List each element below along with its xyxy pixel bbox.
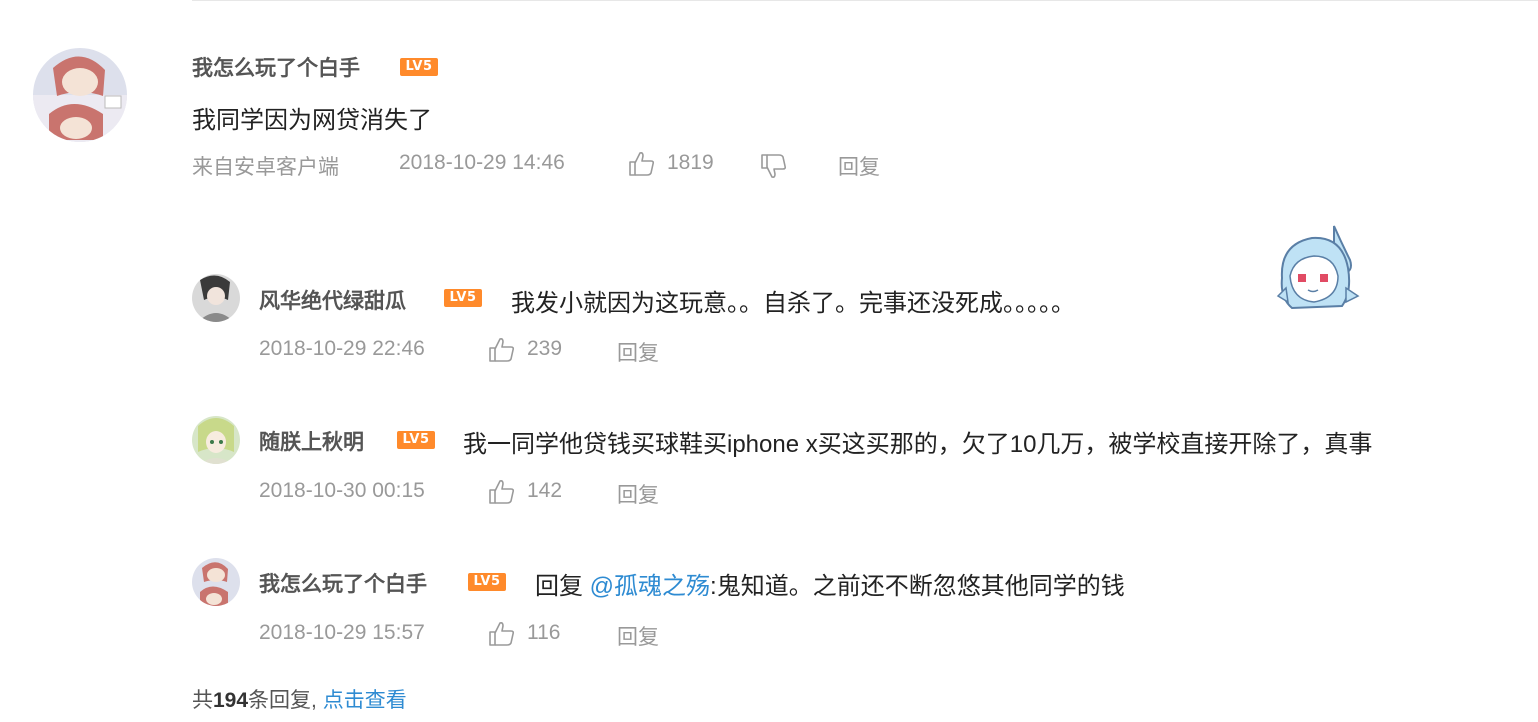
like-count: 142: [527, 479, 563, 502]
mention-link[interactable]: @孤魂之殇: [590, 573, 710, 600]
top-divider: [192, 0, 1538, 1]
comment-source: 来自安卓客户端: [192, 156, 339, 179]
reply-username[interactable]: 风华绝代绿甜瓜: [259, 285, 406, 315]
reply-username[interactable]: 随朕上秋明: [259, 426, 364, 456]
reply-total-count: 194: [213, 689, 249, 712]
dislike-icon[interactable]: [760, 152, 788, 180]
like-icon[interactable]: [488, 336, 516, 364]
reply-time: 2018-10-29 22:46: [259, 337, 425, 360]
reply-username[interactable]: 我怎么玩了个白手: [259, 568, 427, 598]
reply-button[interactable]: 回复: [617, 621, 659, 651]
sticker-image: [1272, 222, 1366, 314]
like-count: 116: [527, 621, 561, 644]
comment-time: 2018-10-29 14:46: [399, 151, 565, 174]
like-icon[interactable]: [628, 150, 656, 178]
avatar[interactable]: [192, 274, 240, 322]
avatar[interactable]: [192, 558, 240, 606]
reply-text: 回复 @孤魂之殇:鬼知道。之前还不断忽悠其他同学的钱: [535, 566, 1125, 601]
reply-button[interactable]: 回复: [838, 151, 880, 181]
reply-button[interactable]: 回复: [617, 479, 659, 509]
comment-text: 我同学因为网贷消失了: [192, 107, 432, 134]
footer-prefix: 共: [192, 689, 213, 712]
footer-suffix: 条回复,: [248, 689, 317, 712]
view-replies-link[interactable]: 点击查看: [323, 689, 407, 712]
level-badge: LV5: [400, 58, 438, 76]
reply-text: 我发小就因为这玩意。。自杀了。完事还没死成。。。。。: [511, 290, 1075, 317]
avatar[interactable]: [192, 416, 240, 464]
like-count: 1819: [667, 151, 714, 174]
reply-body: :鬼知道。之前还不断忽悠其他同学的钱: [710, 573, 1125, 600]
like-icon[interactable]: [488, 620, 516, 648]
reply-count-footer: 共194条回复, 点击查看: [192, 684, 407, 714]
like-icon[interactable]: [488, 478, 516, 506]
comment-username[interactable]: 我怎么玩了个白手: [192, 52, 360, 82]
avatar[interactable]: [33, 48, 127, 142]
level-badge: LV5: [397, 431, 435, 449]
reply-prefix: 回复: [535, 573, 583, 600]
reply-time: 2018-10-30 00:15: [259, 479, 425, 502]
level-badge: LV5: [468, 573, 506, 591]
reply-text: 我一同学他贷钱买球鞋买iphone x买这买那的，欠了10几万，被学校直接开除了…: [463, 431, 1373, 458]
like-count: 239: [527, 337, 563, 360]
reply-time: 2018-10-29 15:57: [259, 621, 425, 644]
reply-button[interactable]: 回复: [617, 337, 659, 367]
level-badge: LV5: [444, 289, 482, 307]
